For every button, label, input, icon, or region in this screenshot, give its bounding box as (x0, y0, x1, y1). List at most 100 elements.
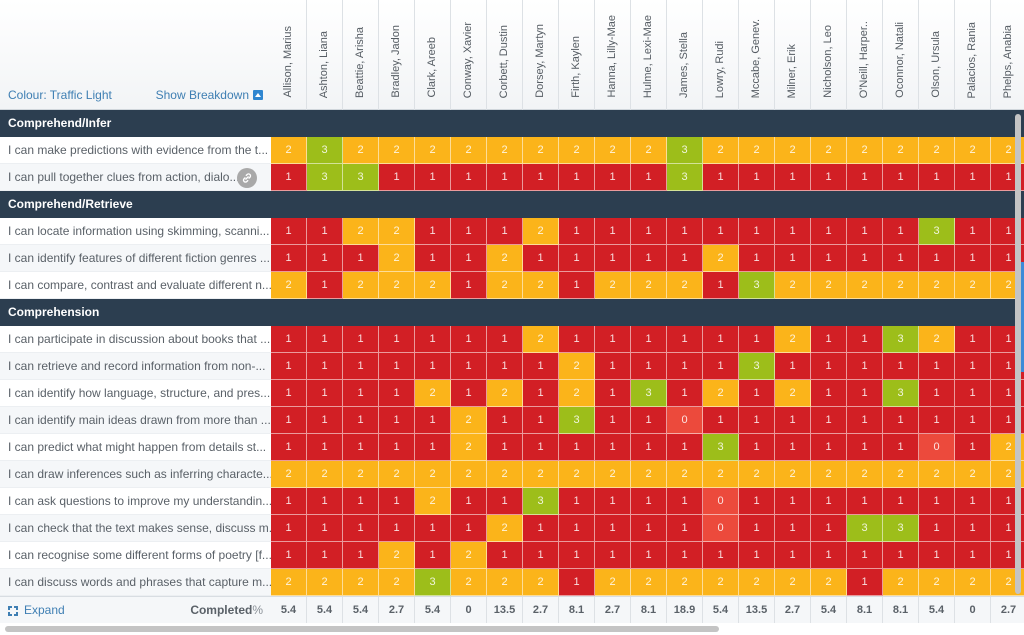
score-cell[interactable]: 1 (811, 542, 847, 569)
score-cell[interactable]: 1 (595, 488, 631, 515)
score-cell[interactable]: 1 (919, 542, 955, 569)
student-column-header[interactable]: Mccabe, Genev. (739, 0, 775, 110)
student-column-header[interactable]: James, Stella (667, 0, 703, 110)
score-cell[interactable]: 1 (271, 326, 307, 353)
student-column-header[interactable]: Olson, Ursula (919, 0, 955, 110)
score-cell[interactable]: 1 (847, 380, 883, 407)
score-cell[interactable]: 1 (487, 434, 523, 461)
student-column-header[interactable]: Milner, Erik (775, 0, 811, 110)
score-cell[interactable]: 1 (523, 407, 559, 434)
score-cell[interactable]: 1 (523, 434, 559, 461)
score-cell[interactable]: 1 (451, 218, 487, 245)
score-cell[interactable]: 1 (739, 407, 775, 434)
score-cell[interactable]: 1 (667, 218, 703, 245)
student-column-header[interactable]: Lowry, Rudi (703, 0, 739, 110)
score-cell[interactable]: 2 (523, 137, 559, 164)
score-cell[interactable]: 2 (775, 272, 811, 299)
score-cell[interactable]: 1 (775, 542, 811, 569)
score-cell[interactable]: 2 (343, 137, 379, 164)
score-cell[interactable]: 1 (739, 380, 775, 407)
score-cell[interactable]: 1 (739, 488, 775, 515)
score-cell[interactable]: 1 (271, 407, 307, 434)
score-cell[interactable]: 1 (595, 407, 631, 434)
score-cell[interactable]: 1 (811, 353, 847, 380)
score-cell[interactable]: 1 (307, 542, 343, 569)
score-cell[interactable]: 1 (811, 515, 847, 542)
score-cell[interactable]: 3 (703, 434, 739, 461)
score-cell[interactable]: 2 (559, 353, 595, 380)
score-cell[interactable]: 1 (559, 218, 595, 245)
score-cell[interactable]: 2 (487, 461, 523, 488)
score-cell[interactable]: 2 (595, 569, 631, 596)
score-cell[interactable]: 1 (667, 434, 703, 461)
score-cell[interactable]: 0 (703, 515, 739, 542)
score-cell[interactable]: 3 (919, 218, 955, 245)
score-cell[interactable]: 2 (451, 542, 487, 569)
score-cell[interactable]: 1 (811, 434, 847, 461)
score-cell[interactable]: 1 (307, 353, 343, 380)
score-cell[interactable]: 2 (559, 461, 595, 488)
score-cell[interactable]: 1 (847, 569, 883, 596)
score-cell[interactable]: 2 (703, 245, 739, 272)
score-cell[interactable]: 2 (415, 488, 451, 515)
score-cell[interactable]: 1 (379, 353, 415, 380)
objective-row[interactable]: I can ask questions to improve my unders… (0, 488, 271, 515)
score-cell[interactable]: 2 (271, 137, 307, 164)
score-cell[interactable]: 2 (379, 245, 415, 272)
objective-row[interactable]: I can compare, contrast and evaluate dif… (0, 272, 271, 299)
score-cell[interactable]: 1 (271, 542, 307, 569)
score-cell[interactable]: 1 (343, 515, 379, 542)
score-cell[interactable]: 2 (379, 272, 415, 299)
score-cell[interactable]: 2 (307, 461, 343, 488)
score-cell[interactable]: 1 (955, 488, 991, 515)
student-column-header[interactable]: Firth, Kaylen (559, 0, 595, 110)
score-cell[interactable]: 3 (739, 353, 775, 380)
score-cell[interactable]: 1 (811, 245, 847, 272)
score-cell[interactable]: 1 (883, 542, 919, 569)
score-cell[interactable]: 1 (955, 326, 991, 353)
score-cell[interactable]: 2 (847, 272, 883, 299)
score-cell[interactable]: 1 (631, 407, 667, 434)
score-cell[interactable]: 2 (379, 137, 415, 164)
score-cell[interactable]: 2 (955, 272, 991, 299)
score-cell[interactable]: 1 (307, 434, 343, 461)
score-cell[interactable]: 1 (703, 407, 739, 434)
student-column-header[interactable]: O'Neill, Harper.. (847, 0, 883, 110)
score-cell[interactable]: 1 (307, 326, 343, 353)
score-cell[interactable]: 1 (631, 434, 667, 461)
score-cell[interactable]: 1 (919, 380, 955, 407)
score-cell[interactable]: 1 (955, 218, 991, 245)
student-column-header[interactable]: Ashton, Liana (307, 0, 343, 110)
score-cell[interactable]: 1 (955, 164, 991, 191)
objective-row[interactable]: I can pull together clues from action, d… (0, 164, 271, 191)
score-cell[interactable]: 1 (343, 407, 379, 434)
score-cell[interactable]: 1 (631, 488, 667, 515)
score-cell[interactable]: 1 (451, 380, 487, 407)
score-cell[interactable]: 1 (775, 434, 811, 461)
score-cell[interactable]: 1 (343, 326, 379, 353)
score-cell[interactable]: 1 (775, 218, 811, 245)
score-cell[interactable]: 1 (811, 326, 847, 353)
score-cell[interactable]: 1 (739, 434, 775, 461)
score-cell[interactable]: 2 (523, 461, 559, 488)
score-cell[interactable]: 1 (631, 515, 667, 542)
score-cell[interactable]: 2 (487, 569, 523, 596)
score-cell[interactable]: 2 (811, 272, 847, 299)
score-cell[interactable]: 1 (271, 380, 307, 407)
score-cell[interactable]: 2 (847, 461, 883, 488)
score-cell[interactable]: 2 (523, 272, 559, 299)
score-cell[interactable]: 1 (667, 488, 703, 515)
score-cell[interactable]: 1 (379, 407, 415, 434)
score-cell[interactable]: 2 (451, 569, 487, 596)
score-cell[interactable]: 2 (451, 461, 487, 488)
score-cell[interactable]: 0 (919, 434, 955, 461)
score-cell[interactable]: 2 (775, 380, 811, 407)
score-cell[interactable]: 1 (847, 164, 883, 191)
score-cell[interactable]: 2 (487, 380, 523, 407)
score-cell[interactable]: 2 (595, 137, 631, 164)
score-cell[interactable]: 2 (811, 137, 847, 164)
score-cell[interactable]: 1 (775, 353, 811, 380)
score-cell[interactable]: 2 (595, 272, 631, 299)
score-cell[interactable]: 1 (415, 326, 451, 353)
score-cell[interactable]: 2 (379, 461, 415, 488)
